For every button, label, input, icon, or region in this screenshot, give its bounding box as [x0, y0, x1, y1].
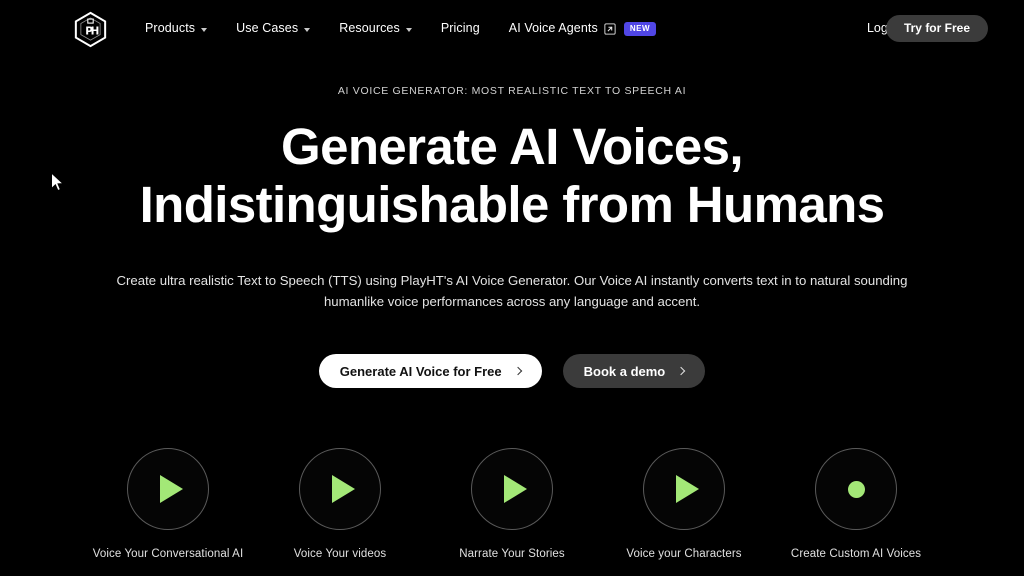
hero-subtitle: Create ultra realistic Text to Speech (T…	[116, 273, 908, 310]
use-case-characters[interactable]: Voice your Characters	[598, 448, 770, 560]
try-for-free-button[interactable]: Try for Free	[885, 15, 988, 42]
nav-label: Pricing	[440, 21, 480, 36]
svg-text:H: H	[91, 26, 100, 38]
play-button-circle[interactable]	[299, 448, 381, 530]
nav-label: Resources	[339, 21, 400, 36]
external-link-icon	[604, 22, 616, 35]
record-button-circle[interactable]	[815, 448, 897, 530]
headline-line-1: Generate AI Voices,	[281, 118, 744, 175]
play-icon	[332, 475, 355, 503]
playht-cube-logo-icon: P H	[74, 11, 107, 48]
site-header: P H Products Use Cases Resources Pricing	[0, 0, 1024, 57]
hero-cta-row: Generate AI Voice for Free Book a demo	[0, 354, 1024, 388]
nav-item-use-cases[interactable]: Use Cases	[236, 21, 311, 36]
cta-primary-label: Generate AI Voice for Free	[339, 363, 502, 379]
use-case-row: Voice Your Conversational AI Voice Your …	[0, 448, 1024, 560]
mouse-cursor	[50, 171, 66, 194]
record-dot-icon	[847, 480, 865, 498]
play-icon	[676, 475, 699, 503]
play-button-circle[interactable]	[127, 448, 209, 530]
book-a-demo-button[interactable]: Book a demo	[562, 354, 706, 388]
use-case-label: Narrate Your Stories	[459, 548, 565, 560]
page-title: Generate AI Voices, Indistinguishable fr…	[0, 118, 1024, 234]
hero-eyebrow: AI VOICE GENERATOR: MOST REALISTIC TEXT …	[337, 85, 687, 97]
nav-label: Products	[145, 21, 196, 36]
use-case-stories[interactable]: Narrate Your Stories	[426, 448, 598, 560]
playht-logo[interactable]: P H	[72, 11, 109, 48]
generate-ai-voice-button[interactable]: Generate AI Voice for Free	[318, 354, 542, 388]
nav-label: Use Cases	[236, 21, 299, 36]
use-case-label: Voice Your videos	[293, 548, 387, 560]
play-icon	[504, 475, 527, 503]
chevron-right-icon	[513, 366, 522, 376]
use-case-label: Voice Your Conversational AI	[92, 548, 244, 560]
chevron-down-icon	[405, 27, 412, 32]
use-case-label: Create Custom AI Voices	[790, 548, 922, 560]
chevron-down-icon	[201, 27, 208, 32]
landing-page: P H Products Use Cases Resources Pricing	[0, 0, 1024, 576]
nav-label: AI Voice Agents	[508, 21, 598, 36]
nav-item-pricing[interactable]: Pricing	[441, 22, 480, 35]
play-button-circle[interactable]	[471, 448, 553, 530]
new-badge: NEW	[623, 21, 656, 36]
play-button-circle[interactable]	[643, 448, 725, 530]
nav-item-ai-voice-agents[interactable]: AI Voice Agents NEW	[508, 21, 656, 36]
main-navigation: Products Use Cases Resources Pricing AI …	[145, 0, 685, 57]
mouse-pointer-icon	[51, 171, 65, 192]
cta-secondary-label: Book a demo	[583, 363, 666, 379]
play-icon	[160, 475, 183, 503]
headline-line-2: Indistinguishable from Humans	[139, 176, 885, 234]
nav-item-resources[interactable]: Resources	[339, 22, 412, 35]
use-case-videos[interactable]: Voice Your videos	[254, 448, 426, 560]
use-case-custom-voices[interactable]: Create Custom AI Voices	[770, 448, 942, 560]
chevron-right-icon	[676, 366, 686, 376]
use-case-conversational-ai[interactable]: Voice Your Conversational AI	[82, 448, 254, 560]
nav-item-products[interactable]: Products	[145, 21, 208, 36]
use-case-label: Voice your Characters	[626, 548, 742, 560]
chevron-down-icon	[304, 27, 311, 32]
